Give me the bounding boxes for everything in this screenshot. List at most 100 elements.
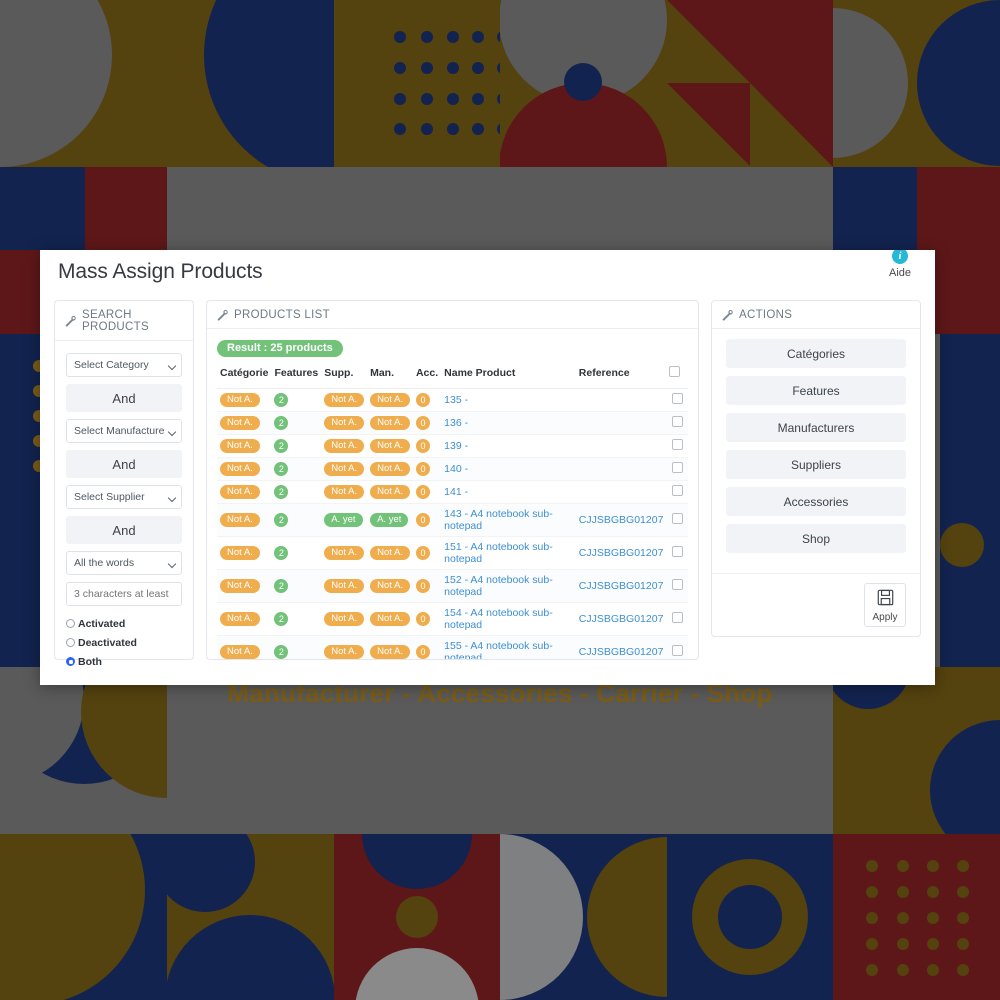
table-row: Not A. 2 Not A. Not A. 0 136 - [217, 411, 688, 435]
action-button-accessories[interactable]: Accessories [726, 487, 906, 516]
column-header-name-product: Name Product [441, 363, 576, 389]
cell-features: 2 [271, 569, 322, 603]
cell-supplier: Not A. [321, 411, 368, 435]
cell-supplier: Not A. [321, 480, 368, 504]
radio-label: Deactivated [78, 637, 137, 649]
product-link[interactable]: 155 - A4 notebook sub-notepad [444, 640, 553, 659]
actions-footer: Apply [712, 573, 920, 636]
action-button-features[interactable]: Features [726, 376, 906, 405]
action-button-shop[interactable]: Shop [726, 524, 906, 553]
cell-supplier: Not A. [321, 635, 368, 659]
product-link[interactable]: 135 - [444, 394, 468, 406]
row-checkbox[interactable] [671, 645, 683, 656]
table-row: Not A. 2 Not A. Not A. 0 135 - [217, 388, 688, 412]
row-checkbox[interactable] [671, 416, 683, 427]
action-button-suppliers[interactable]: Suppliers [726, 450, 906, 479]
row-checkbox[interactable] [671, 439, 683, 450]
actions-panel: ACTIONS Catégories Features Manufacturers S… [711, 300, 921, 637]
cell-supplier: Not A. [321, 434, 368, 458]
keyword-input[interactable] [66, 582, 182, 606]
cell-manufacturer: Not A. [367, 480, 413, 504]
cell-categorie: Not A. [217, 536, 272, 570]
mass-assign-products-dialog: Mass Assign Products i Aide SEARCH PRODU… [40, 250, 935, 685]
row-checkbox[interactable] [671, 612, 683, 623]
cell-reference [575, 457, 667, 481]
select-all-checkbox[interactable] [669, 366, 681, 377]
and-button-1[interactable]: And [66, 384, 182, 412]
status-badge: Not A. [370, 612, 410, 626]
row-checkbox[interactable] [671, 513, 683, 524]
radio-indicator[interactable] [66, 657, 75, 666]
products-panel-header: PRODUCTS LIST [207, 301, 698, 329]
table-row: Not A. 2 A. yet A. yet 0 143 - A4 notebook su… [217, 503, 688, 537]
search-panel-title: SEARCH PRODUCTS [82, 309, 149, 333]
table-row: Not A. 2 Not A. Not A. 0 139 - [217, 434, 688, 458]
cell-select [666, 457, 688, 481]
count-badge: 2 [274, 439, 289, 453]
reference-link[interactable]: CJJSBGBG01207 [579, 613, 664, 625]
words-match-select[interactable]: All the words [66, 551, 182, 575]
and-button-2[interactable]: And [66, 450, 182, 478]
reference-link[interactable]: CJJSBGBG01207 [579, 646, 664, 658]
status-badge: Not A. [220, 462, 260, 476]
cell-select [666, 411, 688, 435]
cell-select [666, 434, 688, 458]
radio-indicator[interactable] [66, 638, 75, 647]
cell-select [666, 536, 688, 570]
cell-reference: CJJSBGBG01207 [575, 536, 667, 570]
status-badge: Not A. [370, 579, 410, 593]
reference-link[interactable]: CJJSBGBG01207 [579, 580, 664, 592]
row-checkbox[interactable] [671, 579, 683, 590]
row-checkbox[interactable] [671, 393, 683, 404]
count-badge: 2 [274, 416, 289, 430]
cell-supplier: Not A. [321, 457, 368, 481]
actions-button-list: Catégories Features Manufacturers Suppliers… [712, 329, 920, 573]
help-label: Aide [888, 267, 912, 279]
cell-categorie: Not A. [217, 457, 272, 481]
action-button-manufacturers[interactable]: Manufacturers [726, 413, 906, 442]
category-select[interactable]: Select Category [66, 353, 182, 377]
actions-panel-title: ACTIONS [739, 309, 793, 321]
cell-categorie: Not A. [217, 635, 272, 659]
product-link[interactable]: 143 - A4 notebook sub-notepad [444, 508, 553, 532]
product-link[interactable]: 152 - A4 notebook sub-notepad [444, 574, 553, 598]
cell-supplier: Not A. [321, 569, 368, 603]
count-badge: 2 [274, 546, 289, 560]
info-icon: i [892, 250, 908, 264]
products-panel-title: PRODUCTS LIST [234, 309, 330, 321]
cell-manufacturer: Not A. [367, 457, 413, 481]
product-link[interactable]: 151 - A4 notebook sub-notepad [444, 541, 553, 565]
product-link[interactable]: 139 - [444, 440, 468, 452]
cell-supplier: A. yet [321, 503, 368, 537]
products-table: Catégorie Features Supp. Man. Acc. Name Produ… [217, 363, 688, 659]
status-badge: Not A. [220, 645, 260, 659]
product-link[interactable]: 140 - [444, 463, 468, 475]
count-badge: 0 [415, 439, 430, 453]
status-badge: Not A. [220, 579, 260, 593]
result-count-badge: Result : 25 products [217, 340, 343, 357]
status-radio-activated[interactable]: Activated [66, 618, 125, 630]
manufacturer-select[interactable]: Select Manufacture [66, 419, 182, 443]
row-checkbox[interactable] [671, 462, 683, 473]
row-checkbox[interactable] [671, 546, 683, 557]
status-radio-deactivated[interactable]: Deactivated [66, 637, 137, 649]
cell-product-name: 152 - A4 notebook sub-notepad [441, 569, 576, 603]
cell-reference: CJJSBGBG01207 [575, 635, 667, 659]
status-badge: Not A. [220, 612, 260, 626]
reference-link[interactable]: CJJSBGBG01207 [579, 514, 664, 526]
help-button[interactable]: i Aide [877, 250, 923, 279]
product-link[interactable]: 141 - [444, 486, 468, 498]
column-header-man: Man. [367, 363, 413, 389]
apply-button[interactable]: Apply [864, 583, 906, 627]
status-radio-both[interactable]: Both [66, 656, 102, 668]
radio-indicator[interactable] [66, 619, 75, 628]
supplier-select[interactable]: Select Supplier [66, 485, 182, 509]
product-link[interactable]: 154 - A4 notebook sub-notepad [444, 607, 553, 631]
action-button-cat-gories[interactable]: Catégories [726, 339, 906, 368]
row-checkbox[interactable] [671, 485, 683, 496]
cell-reference [575, 434, 667, 458]
product-link[interactable]: 136 - [444, 417, 468, 429]
cell-product-name: 136 - [441, 411, 576, 435]
reference-link[interactable]: CJJSBGBG01207 [579, 547, 664, 559]
and-button-3[interactable]: And [66, 516, 182, 544]
